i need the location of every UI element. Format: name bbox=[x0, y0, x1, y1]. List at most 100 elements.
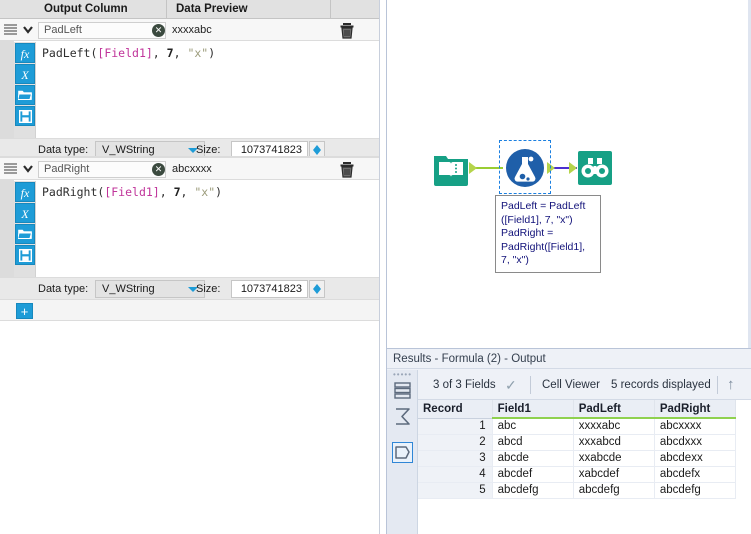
delete-formula-button-2[interactable] bbox=[338, 160, 356, 179]
chevron-down-icon[interactable] bbox=[20, 22, 36, 38]
cell-padright: abcdefg bbox=[654, 482, 737, 499]
data-type-row-2: Data type: V_WString Size: 1073741823 bbox=[0, 277, 379, 299]
formula-comma-1b: , bbox=[173, 46, 188, 60]
data-type-label-2: Data type: bbox=[38, 283, 89, 295]
list-view-icon[interactable] bbox=[392, 380, 413, 401]
table-header-row: Record Field1 PadLeft PadRight bbox=[418, 400, 737, 419]
drag-handle-icon[interactable] bbox=[4, 162, 17, 175]
save-icon[interactable] bbox=[15, 106, 35, 126]
drag-handle-icon[interactable] bbox=[4, 23, 17, 36]
connector-arrow-1 bbox=[469, 162, 477, 174]
output-column-input-1[interactable]: PadLeft bbox=[38, 22, 166, 39]
checkmark-icon[interactable]: ✓ bbox=[505, 370, 517, 400]
delete-formula-button-1[interactable] bbox=[338, 21, 356, 40]
output-column-input-2[interactable]: PadRight bbox=[38, 161, 166, 178]
data-type-select-2[interactable]: V_WString bbox=[95, 280, 205, 298]
sigma-icon[interactable] bbox=[392, 406, 413, 427]
results-data-grid[interactable]: Record Field1 PadLeft PadRight 1 abc xxx… bbox=[418, 400, 751, 534]
data-type-value-2: V_WString bbox=[102, 283, 155, 295]
formula-tool-tooltip: PadLeft = PadLeft ([Field1], 7, "x") Pad… bbox=[495, 195, 601, 273]
formula-block-2: PadRight ✕ abcxxxx fx X PadRight([Field1… bbox=[0, 158, 379, 299]
formula-number-token-1: 7 bbox=[166, 46, 174, 60]
clear-output-column-button-1[interactable]: ✕ bbox=[152, 24, 165, 37]
formula-field-token-1: [Field1] bbox=[97, 46, 153, 60]
input-data-tool-node[interactable] bbox=[433, 150, 469, 186]
table-row[interactable]: 2 abcd xxxabcd abcdxxx bbox=[418, 434, 737, 451]
formula-string-token-1: "x" bbox=[187, 46, 209, 60]
fx-label: fx bbox=[20, 186, 30, 200]
formula-function-name-1: PadLeft bbox=[42, 46, 91, 60]
formula-number-token-2: 7 bbox=[173, 185, 181, 199]
formula-configuration-panel: Output Column Data Preview PadLeft ✕ xxx… bbox=[0, 0, 380, 534]
x-label: X bbox=[21, 207, 29, 221]
stepper-down-icon[interactable] bbox=[313, 150, 321, 155]
cell-padright: abcdefx bbox=[654, 466, 737, 483]
formula-close-paren-1: ) bbox=[208, 46, 216, 60]
tooltip-line-3: PadRight = bbox=[501, 227, 554, 239]
formula-field-token-2: [Field1] bbox=[104, 185, 160, 199]
tooltip-line-4: PadRight([Field1], bbox=[501, 240, 586, 253]
cell-record: 5 bbox=[418, 482, 493, 499]
cell-field1: abcdefg bbox=[492, 482, 574, 499]
formula-row-header-1: PadLeft ✕ xxxxabc bbox=[0, 19, 379, 41]
application-window: Output Column Data Preview PadLeft ✕ xxx… bbox=[0, 0, 751, 534]
column-header-padright[interactable]: PadRight bbox=[654, 400, 737, 419]
results-title: Results - Formula (2) - Output bbox=[387, 349, 751, 369]
cell-padleft: abcdefg bbox=[573, 482, 655, 499]
chevron-down-icon[interactable] bbox=[20, 161, 36, 177]
results-toolbar: 3 of 3 Fields ✓ Cell Viewer 5 records di… bbox=[387, 370, 751, 400]
toolbar-divider-1 bbox=[530, 376, 531, 394]
clear-output-column-button-2[interactable]: ✕ bbox=[152, 163, 165, 176]
formula-tool-node[interactable] bbox=[505, 148, 545, 188]
cell-padleft: xxabcde bbox=[573, 450, 655, 467]
data-preview-value-1: xxxxabc bbox=[172, 24, 212, 36]
size-input-2[interactable]: 1073741823 bbox=[231, 280, 308, 298]
save-icon[interactable] bbox=[15, 245, 35, 265]
browse-tool-node[interactable] bbox=[577, 150, 613, 186]
insert-variable-icon[interactable]: X bbox=[15, 203, 35, 223]
fields-selector-label[interactable]: 3 of 3 Fields bbox=[433, 370, 496, 400]
open-folder-icon[interactable] bbox=[15, 224, 35, 244]
column-header-padleft[interactable]: PadLeft bbox=[573, 400, 655, 419]
formula-function-name-2: PadRight bbox=[42, 185, 98, 199]
formula-comma-2b: , bbox=[180, 185, 195, 199]
arrow-up-icon[interactable]: ↑ bbox=[727, 370, 735, 400]
table-row[interactable]: 3 abcde xxabcde abcdexx bbox=[418, 450, 737, 467]
fx-label: fx bbox=[20, 47, 30, 61]
toolbar-divider-2 bbox=[717, 376, 718, 394]
record-shape-icon[interactable] bbox=[392, 442, 413, 463]
tooltip-line-1: PadLeft = PadLeft bbox=[501, 200, 586, 212]
insert-function-icon[interactable]: fx bbox=[15, 182, 35, 202]
header-data-preview: Data Preview bbox=[176, 3, 248, 15]
cell-padright: abcdexx bbox=[654, 450, 737, 467]
x-label: X bbox=[21, 68, 29, 82]
formula-comma-1a: , bbox=[152, 46, 167, 60]
cell-padright: abcxxxx bbox=[654, 418, 737, 435]
column-header-field1[interactable]: Field1 bbox=[492, 400, 574, 419]
table-row[interactable]: 5 abcdefg abcdefg abcdefg bbox=[418, 482, 737, 499]
cell-padleft: xxxxabc bbox=[573, 418, 655, 435]
stepper-down-icon[interactable] bbox=[313, 289, 321, 294]
table-row[interactable]: 4 abcdef xabcdef abcdefx bbox=[418, 466, 737, 483]
insert-variable-icon[interactable]: X bbox=[15, 64, 35, 84]
formula-close-paren-2: ) bbox=[215, 185, 223, 199]
formula-expression-editor-1[interactable]: PadLeft([Field1], 7, "x") bbox=[36, 42, 379, 140]
results-table: Record Field1 PadLeft PadRight 1 abc xxx… bbox=[418, 400, 737, 499]
header-divider-2 bbox=[330, 0, 331, 19]
add-formula-button[interactable]: + bbox=[16, 303, 33, 319]
open-folder-icon[interactable] bbox=[15, 85, 35, 105]
cell-field1: abcd bbox=[492, 434, 574, 451]
column-header-record[interactable]: Record bbox=[418, 400, 493, 419]
table-row[interactable]: 1 abc xxxxabc abcxxxx bbox=[418, 418, 737, 435]
cell-field1: abcde bbox=[492, 450, 574, 467]
cell-padright: abcdxxx bbox=[654, 434, 737, 451]
size-stepper-2[interactable] bbox=[309, 280, 325, 298]
config-column-headers: Output Column Data Preview bbox=[0, 0, 379, 19]
insert-function-icon[interactable]: fx bbox=[15, 43, 35, 63]
workflow-canvas[interactable]: PadLeft = PadLeft ([Field1], 7, "x") Pad… bbox=[386, 0, 751, 348]
cell-viewer-label[interactable]: Cell Viewer bbox=[542, 370, 600, 400]
data-preview-value-2: abcxxxx bbox=[172, 163, 212, 175]
cell-record: 1 bbox=[418, 418, 493, 435]
formula-expression-editor-2[interactable]: PadRight([Field1], 7, "x") bbox=[36, 181, 379, 279]
rail-grip-icon[interactable]: ••••• bbox=[393, 371, 411, 379]
